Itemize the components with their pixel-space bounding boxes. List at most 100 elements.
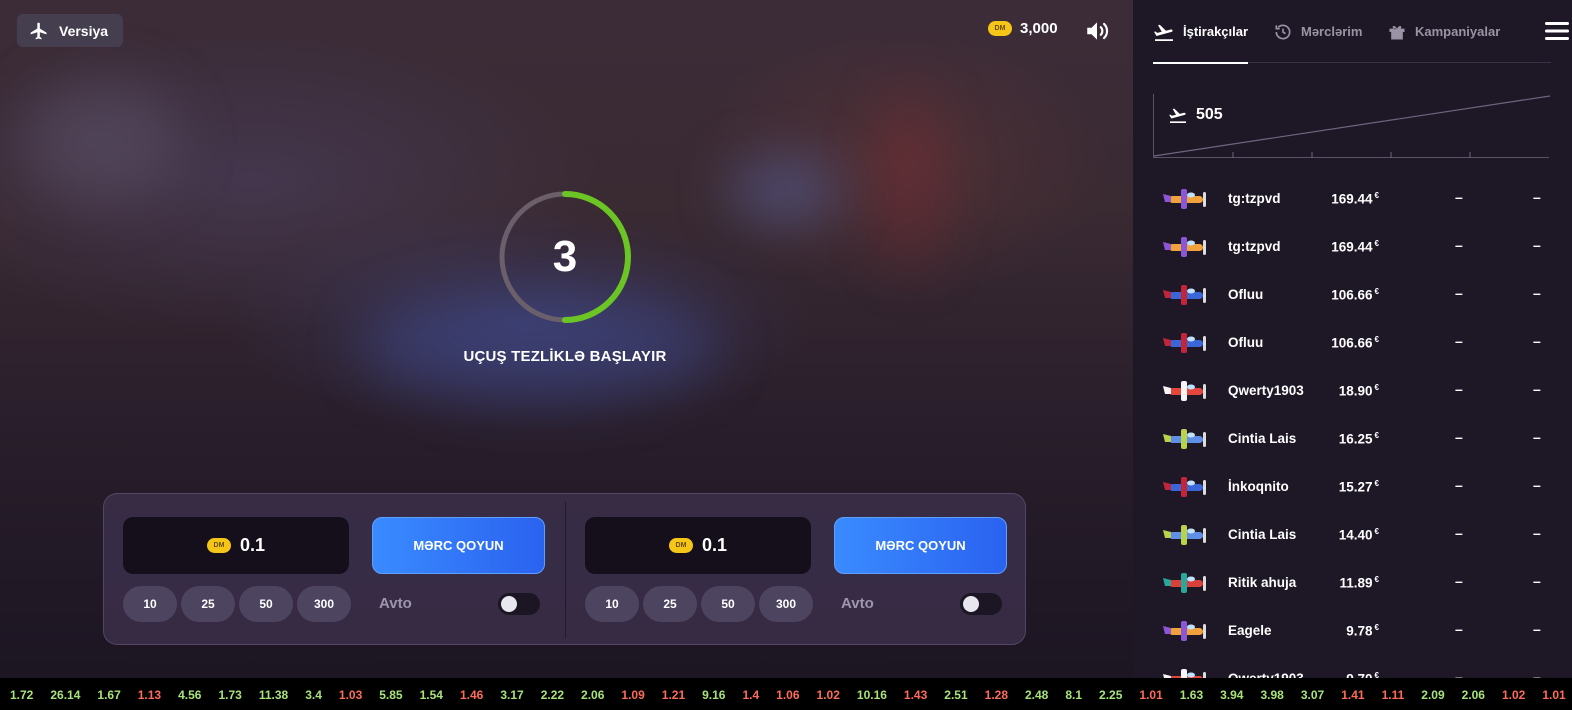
place-bet-button[interactable]: MƏRC QOYUN [834, 517, 1007, 574]
player-cashout: – [1455, 333, 1463, 349]
history-multiplier[interactable]: 1.11 [1382, 688, 1405, 702]
quick-amount-chip[interactable]: 10 [123, 586, 177, 622]
history-icon [1275, 24, 1291, 40]
history-multiplier[interactable]: 1.13 [138, 688, 161, 702]
history-multiplier[interactable]: 2.48 [1025, 688, 1048, 702]
game-area: Versiya DM 3,000 3 UÇUŞ TEZLİKLƏ BAŞLAYI… [0, 0, 1133, 678]
multiplier-history: 1.72 26.14 1.67 1.13 4.56 1.73 11.38 3.4 1.03 5.8… [0, 678, 1572, 710]
history-multiplier[interactable]: 2.22 [541, 688, 564, 702]
history-multiplier[interactable]: 1.4 [742, 688, 759, 702]
tab-participants[interactable]: İştirakçılar [1153, 0, 1249, 64]
quick-amount-chip[interactable]: 50 [701, 586, 755, 622]
player-name: Ofluu [1228, 287, 1264, 302]
quick-amount-chip[interactable]: 10 [585, 586, 639, 622]
history-multiplier[interactable]: 3.17 [500, 688, 523, 702]
history-multiplier[interactable]: 2.06 [1462, 688, 1485, 702]
plane-avatar-icon [1161, 184, 1211, 212]
auto-bet-toggle[interactable] [498, 593, 540, 615]
quick-amount-chip[interactable]: 25 [643, 586, 697, 622]
history-multiplier[interactable]: 3.07 [1301, 688, 1324, 702]
plane-avatar-icon [1161, 472, 1211, 500]
history-multiplier[interactable]: 1.41 [1341, 688, 1364, 702]
airplane-takeoff-icon [1154, 24, 1173, 41]
countdown-timer: 3 [497, 189, 633, 325]
plane-avatar-icon [1161, 232, 1211, 260]
player-name: Ritik ahuja [1228, 575, 1297, 590]
quick-amount-chip[interactable]: 300 [297, 586, 351, 622]
round-starting-text: UÇUŞ TEZLİKLƏ BAŞLAYIR [463, 348, 667, 365]
history-multiplier[interactable]: 1.72 [10, 688, 33, 702]
history-multiplier[interactable]: 1.03 [339, 688, 362, 702]
quick-amount-chip[interactable]: 50 [239, 586, 293, 622]
auto-bet-toggle[interactable] [960, 593, 1002, 615]
menu-icon[interactable] [1544, 20, 1570, 42]
player-row: Cintia Lais 14.40 € – – [1133, 510, 1572, 558]
history-multiplier[interactable]: 1.46 [460, 688, 483, 702]
history-multiplier[interactable]: 2.51 [944, 688, 967, 702]
history-multiplier[interactable]: 8.1 [1065, 688, 1082, 702]
history-multiplier[interactable]: 1.02 [1502, 688, 1525, 702]
history-multiplier[interactable]: 1.63 [1180, 688, 1203, 702]
history-multiplier[interactable]: 2.25 [1099, 688, 1122, 702]
version-button[interactable]: Versiya [17, 14, 123, 47]
version-label: Versiya [59, 22, 109, 39]
player-cashout: – [1455, 573, 1463, 589]
history-multiplier[interactable]: 5.85 [379, 688, 402, 702]
quick-amount-chip[interactable]: 25 [181, 586, 235, 622]
history-multiplier[interactable]: 1.54 [420, 688, 443, 702]
history-multiplier[interactable]: 1.73 [218, 688, 241, 702]
player-win: – [1533, 525, 1541, 541]
player-bet: 169.44 € [1331, 239, 1379, 255]
plane-avatar-icon [1161, 376, 1211, 404]
bet-block-1: DM 0.1 MƏRC QOYUN 10 25 50 300 Avto [104, 494, 564, 646]
participants-trend-line [1154, 95, 1550, 158]
player-bet: 169.44 € [1331, 191, 1379, 207]
auto-bet-label: Avto [379, 595, 412, 612]
player-row: Eagele 9.78 € – – [1133, 606, 1572, 654]
bet-amount-input[interactable]: DM 0.1 [585, 517, 811, 574]
background-blur [730, 160, 840, 220]
history-multiplier[interactable]: 1.43 [904, 688, 927, 702]
tab-label: Kampaniyalar [1415, 24, 1501, 39]
sidebar-tabs: İştirakçılar Mərclərim Kampaniyalar [1153, 0, 1569, 64]
history-multiplier[interactable]: 9.16 [702, 688, 725, 702]
player-bet: 9.78 € [1346, 623, 1379, 639]
player-name: Cintia Lais [1228, 431, 1297, 446]
history-multiplier[interactable]: 1.09 [621, 688, 644, 702]
history-multiplier[interactable]: 11.38 [259, 688, 288, 702]
sound-icon[interactable] [1084, 18, 1110, 44]
history-multiplier[interactable]: 1.28 [985, 688, 1008, 702]
player-name: İnkoqnito [1228, 479, 1289, 494]
player-bet: 14.40 € [1338, 527, 1379, 543]
bet-amount-value: 0.1 [239, 535, 266, 555]
participants-graph: 505 [1153, 94, 1550, 158]
history-multiplier[interactable]: 2.09 [1421, 688, 1444, 702]
player-cashout: – [1455, 669, 1463, 678]
history-multiplier[interactable]: 1.02 [817, 688, 840, 702]
history-multiplier[interactable]: 1.01 [1139, 688, 1162, 702]
history-multiplier[interactable]: 1.21 [662, 688, 685, 702]
tab-campaigns[interactable]: Kampaniyalar [1387, 0, 1500, 63]
history-multiplier[interactable]: 1.01 [1542, 688, 1565, 702]
history-multiplier[interactable]: 1.67 [97, 688, 120, 702]
history-multiplier[interactable]: 1.06 [776, 688, 799, 702]
history-multiplier[interactable]: 2.06 [581, 688, 604, 702]
gift-icon [1389, 25, 1405, 39]
history-multiplier[interactable]: 10.16 [857, 688, 887, 702]
history-multiplier[interactable]: 4.56 [178, 688, 201, 702]
player-bet: 15.27 € [1338, 479, 1379, 495]
tab-my-bets[interactable]: Mərclərim [1273, 0, 1362, 63]
history-multiplier[interactable]: 3.94 [1220, 688, 1243, 702]
place-bet-button[interactable]: MƏRC QOYUN [372, 517, 545, 574]
player-row: Qwerty1903 18.90 € – – [1133, 366, 1572, 414]
player-win: – [1533, 573, 1541, 589]
tab-label: Mərclərim [1301, 24, 1363, 39]
quick-amount-chip[interactable]: 300 [759, 586, 813, 622]
history-multiplier[interactable]: 3.98 [1260, 688, 1283, 702]
plane-avatar-icon [1161, 280, 1211, 308]
plane-avatar-icon [1161, 328, 1211, 356]
bet-amount-input[interactable]: DM 0.1 [123, 517, 349, 574]
history-multiplier[interactable]: 3.4 [305, 688, 322, 702]
player-cashout: – [1455, 429, 1463, 445]
history-multiplier[interactable]: 26.14 [50, 688, 80, 702]
